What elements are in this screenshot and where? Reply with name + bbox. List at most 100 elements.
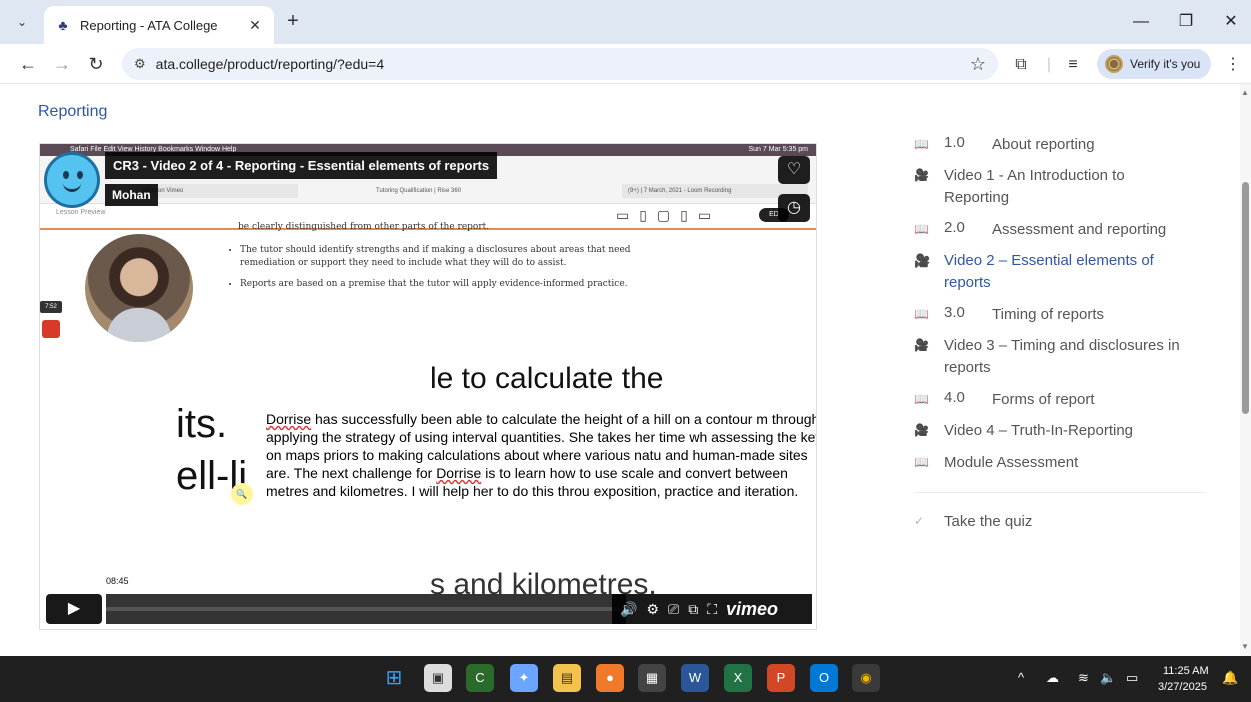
notification-bell-icon[interactable]: 🔔 [1222, 670, 1238, 686]
tab-close-icon[interactable]: ✕ [246, 17, 264, 34]
toc-number: 1.0 [944, 134, 965, 151]
video-author[interactable]: Mohan [105, 184, 158, 206]
book-icon: 📖 [914, 307, 929, 321]
toc-item[interactable]: 📖 2.0 Assessment and reporting [914, 219, 1166, 241]
take-quiz-link[interactable]: ✓ Take the quiz [914, 511, 1032, 533]
toc-item[interactable]: 📖 4.0 Forms of report [914, 389, 1095, 411]
slide-large-text: its. [176, 402, 228, 446]
toc-label: Assessment and reporting [992, 221, 1167, 238]
toc-item[interactable]: 📖 3.0 Timing of reports [914, 304, 1104, 326]
verify-label: Verify it's you [1130, 57, 1201, 71]
page-scrollbar[interactable]: ▲ ▼ [1240, 84, 1251, 656]
slide-description: Dorrise has successfully been able to ca… [266, 410, 816, 500]
toc-item-active[interactable]: 🎥 Video 2 – Essential elements of report… [914, 250, 1184, 294]
browser-tab[interactable]: ♣ Reporting - ATA College ✕ [44, 6, 274, 44]
settings-gear-icon[interactable]: ⚙ [646, 601, 659, 618]
avatar-eye [77, 171, 83, 179]
toc-item[interactable]: 📖 Module Assessment [914, 452, 1078, 474]
chrome-icon[interactable]: ◉ [852, 664, 880, 692]
page-title[interactable]: Reporting [38, 103, 107, 121]
clock-date[interactable]: 3/27/2025 [1158, 681, 1207, 693]
firefox-icon[interactable]: ● [596, 664, 624, 692]
toc-label: About reporting [992, 136, 1095, 153]
like-heart-icon[interactable]: ♡ [778, 156, 810, 184]
new-tab-button[interactable]: + [282, 11, 304, 33]
speaker-icon[interactable]: 🔈 [1100, 670, 1116, 686]
video-controls: 08:45 ▶ 🔊 ⚙ ⎚ ⧉ ⛶ vimeo [46, 574, 812, 624]
slide-heading-text: le to calculate the [430, 362, 664, 395]
quiz-label: Take the quiz [944, 513, 1033, 530]
back-arrow-icon[interactable]: ← [16, 52, 40, 76]
cut-off-line: be clearly distinguished from other part… [238, 222, 490, 232]
recorded-tab: Tutoring Qualification | Rise 360 [370, 184, 550, 198]
lesson-preview-label: Lesson Preview [56, 209, 106, 216]
chat-app-icon[interactable]: C [466, 664, 494, 692]
show-hidden-icons-icon[interactable]: ^ [1018, 670, 1024, 685]
copilot-icon[interactable]: ✦ [510, 664, 538, 692]
profile-verify-button[interactable]: Verify it's you [1097, 49, 1211, 79]
restore-button[interactable]: ❐ [1171, 10, 1201, 34]
bookmark-star-icon[interactable]: ☆ [970, 54, 986, 75]
picture-in-picture-icon[interactable]: ⧉ [688, 601, 698, 618]
close-window-button[interactable]: ✕ [1216, 10, 1246, 34]
calendar-app-icon[interactable]: ▦ [638, 664, 666, 692]
onedrive-icon[interactable]: ☁ [1046, 670, 1059, 686]
cast-icon[interactable]: ⎚ [668, 601, 679, 618]
reading-list-icon[interactable]: ≡ [1062, 54, 1084, 76]
windows-start-icon[interactable]: ⊞ [380, 664, 408, 692]
progress-bar[interactable] [106, 594, 626, 624]
tab-list-button[interactable]: ⌄ [10, 11, 34, 33]
video-player[interactable]: Safari File Edit View History Bookmarks … [39, 143, 817, 630]
extensions-icon[interactable]: ⧉ [1010, 54, 1032, 76]
watch-later-clock-icon[interactable]: ◷ [778, 194, 810, 222]
scroll-thumb[interactable] [1242, 182, 1249, 414]
toolbar-divider: | [1046, 56, 1052, 73]
book-icon: 📖 [914, 222, 929, 236]
excel-icon[interactable]: X [724, 664, 752, 692]
reload-icon[interactable]: ↻ [84, 52, 108, 76]
scroll-down-icon[interactable]: ▼ [1241, 642, 1249, 651]
toc-item[interactable]: 🎥 Video 3 – Timing and disclosures in re… [914, 335, 1204, 379]
volume-icon[interactable]: 🔊 [620, 601, 637, 618]
spellcheck-word: Dorrise [436, 465, 482, 481]
toc-item[interactable]: 📖 1.0 About reporting [914, 134, 1095, 156]
book-icon: 📖 [914, 137, 929, 151]
forward-arrow-icon[interactable]: → [50, 52, 74, 76]
url-text[interactable]: ata.college/product/reporting/?edu=4 [156, 56, 384, 72]
toc-number: 2.0 [944, 219, 965, 236]
vimeo-avatar[interactable] [44, 152, 100, 208]
video-title[interactable]: CR3 - Video 2 of 4 - Reporting - Essenti… [105, 152, 498, 179]
list-item: The tutor should identify strengths and … [240, 244, 648, 270]
presenter-webcam [85, 234, 193, 342]
wifi-icon[interactable]: ≋ [1078, 670, 1089, 686]
time-tooltip: 08:45 [102, 574, 133, 588]
play-icon[interactable]: ▶ [46, 594, 102, 624]
file-explorer-icon[interactable]: ▤ [553, 664, 581, 692]
clock-time[interactable]: 11:25 AM [1163, 665, 1209, 677]
outlook-icon[interactable]: O [810, 664, 838, 692]
list-item: Reports are based on a premise that the … [240, 278, 648, 291]
toc-item[interactable]: 🎥 Video 1 - An Introduction to Reporting [914, 165, 1174, 209]
video-icon: 🎥 [914, 168, 929, 182]
toc-number: 3.0 [944, 304, 965, 321]
toc-divider [916, 492, 1206, 493]
battery-icon[interactable]: ▭ [1126, 670, 1138, 686]
browser-toolbar: ← → ↻ ⚙ ata.college/product/reporting/?e… [0, 44, 1251, 84]
powerpoint-icon[interactable]: P [767, 664, 795, 692]
presenter-shirt [107, 308, 171, 342]
address-bar[interactable]: ⚙ ata.college/product/reporting/?edu=4 ☆ [122, 48, 998, 80]
minimize-button[interactable]: — [1126, 10, 1156, 34]
word-icon[interactable]: W [681, 664, 709, 692]
site-settings-icon[interactable]: ⚙ [134, 56, 146, 72]
browser-menu-icon[interactable]: ⋮ [1222, 54, 1244, 76]
toc-label: Forms of report [992, 391, 1095, 408]
video-icon: 🎥 [914, 423, 929, 437]
toc-item[interactable]: 🎥 Video 4 – Truth-In-Reporting [914, 420, 1133, 442]
vimeo-logo[interactable]: vimeo [726, 599, 778, 620]
scroll-up-icon[interactable]: ▲ [1241, 88, 1249, 97]
task-view-icon[interactable]: ▣ [424, 664, 452, 692]
fullscreen-icon[interactable]: ⛶ [707, 601, 717, 618]
spellcheck-word: Dorrise [266, 411, 312, 427]
avatar-eye [63, 171, 69, 179]
device-preview-icons: ▭▯▢▯▭ [616, 207, 722, 223]
